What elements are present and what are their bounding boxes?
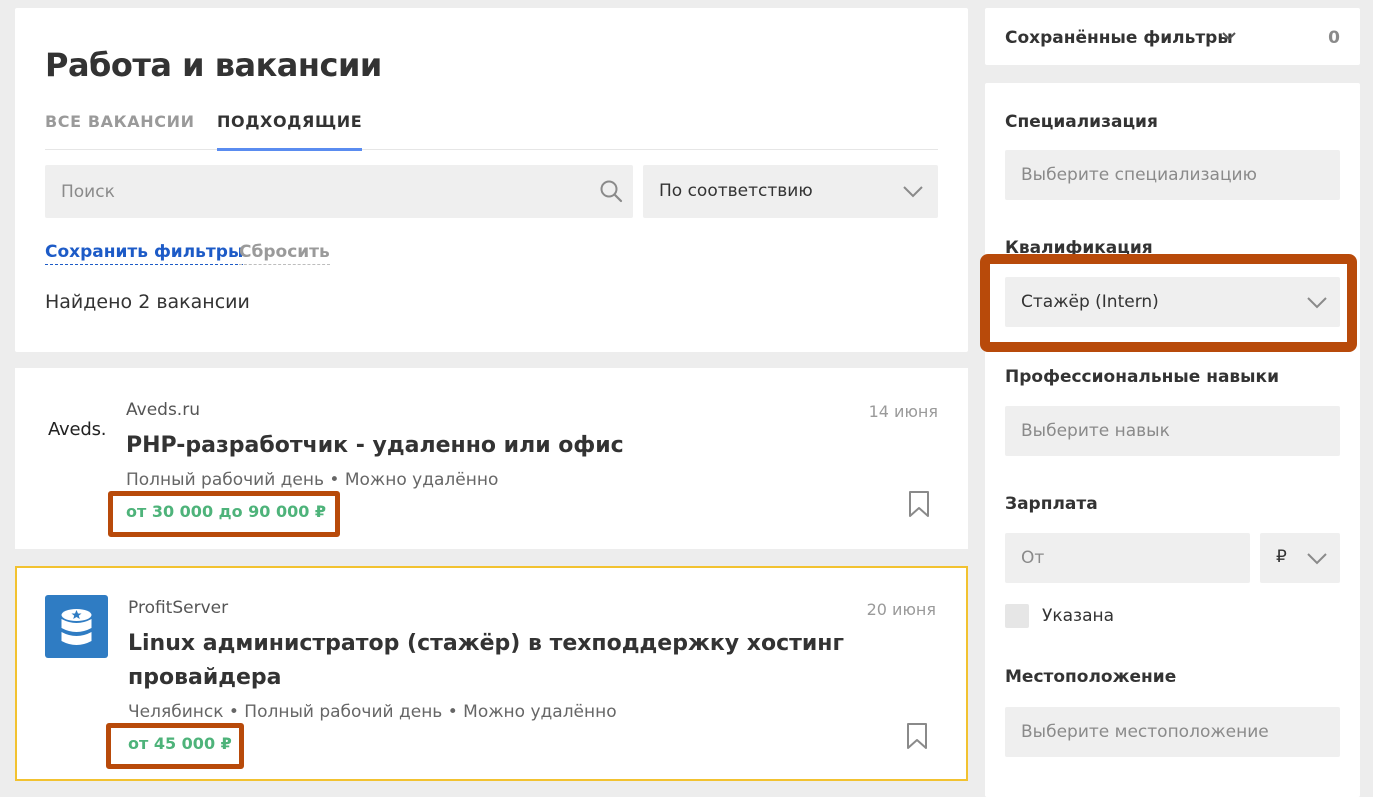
saved-filters-count: 0 — [1328, 28, 1340, 48]
chevron-down-icon — [1307, 553, 1327, 565]
location-label: Местоположение — [1005, 667, 1177, 687]
vacancy-meta: Полный рабочий день • Можно удалённо — [126, 470, 499, 490]
saved-filters-label: Сохранённые фильтры — [1005, 28, 1233, 48]
currency-select[interactable]: ₽ — [1260, 533, 1340, 583]
vacancy-card[interactable]: Aveds. Aveds.ru 14 июня PHP-разработчик … — [15, 368, 968, 549]
tab-all-vacancies[interactable]: ВСЕ ВАКАНСИИ — [45, 112, 195, 150]
salary-specified-label[interactable]: Указана — [1042, 606, 1114, 626]
sort-select-value: По соответствию — [659, 181, 813, 201]
vacancies-header-panel: Работа и вакансии ВСЕ ВАКАНСИИ ПОДХОДЯЩИ… — [15, 8, 968, 352]
filters-panel: Специализация Выберите специализацию Ква… — [980, 83, 1360, 797]
company-name[interactable]: ProfitServer — [128, 598, 228, 618]
salary-label: Зарплата — [1005, 494, 1098, 514]
vacancy-date: 20 июня — [866, 600, 936, 619]
page-title: Работа и вакансии — [45, 46, 382, 84]
location-placeholder: Выберите местоположение — [1021, 722, 1269, 742]
save-filters-link[interactable]: Сохранить фильтры — [45, 242, 244, 265]
filter-actions: Сохранить фильтры Сбросить — [45, 242, 330, 265]
salary-from-placeholder: От — [1021, 548, 1045, 568]
vacancy-title[interactable]: PHP-разработчик - удаленно или офис — [126, 429, 856, 463]
currency-value: ₽ — [1276, 547, 1287, 567]
vacancy-meta: Челябинск • Полный рабочий день • Можно … — [128, 702, 617, 722]
skills-select[interactable]: Выберите навык — [1005, 406, 1340, 456]
salary-highlight-box — [108, 491, 340, 537]
skills-label: Профессиональные навыки — [1005, 367, 1280, 387]
saved-filters-dropdown[interactable]: Сохранённые фильтры 0 — [985, 8, 1360, 65]
reset-filters-link[interactable]: Сбросить — [239, 242, 330, 265]
salary-from-input[interactable]: От — [1005, 533, 1250, 583]
chevron-down-icon — [1307, 297, 1327, 309]
database-icon — [61, 609, 92, 645]
salary-specified-checkbox[interactable] — [1005, 604, 1029, 628]
location-select[interactable]: Выберите местоположение — [1005, 707, 1340, 757]
vacancy-title[interactable]: Linux администратор (стажёр) в техподдер… — [128, 627, 858, 695]
qualification-select[interactable]: Стажёр (Intern) — [1005, 277, 1340, 327]
bookmark-icon[interactable] — [906, 722, 928, 750]
search-field — [45, 165, 633, 218]
chevron-down-icon — [903, 186, 923, 198]
specialization-label: Специализация — [1005, 112, 1158, 132]
vacancy-card[interactable]: ProfitServer 20 июня Linux администратор… — [15, 566, 968, 781]
search-input[interactable] — [45, 165, 633, 218]
company-name[interactable]: Aveds.ru — [126, 400, 200, 420]
skills-placeholder: Выберите навык — [1021, 421, 1170, 441]
company-logo[interactable]: Aveds. — [48, 419, 107, 440]
specialization-placeholder: Выберите специализацию — [1021, 165, 1257, 185]
qualification-value: Стажёр (Intern) — [1021, 292, 1159, 312]
company-logo[interactable] — [45, 595, 108, 658]
tab-suitable[interactable]: ПОДХОДЯЩИЕ — [217, 112, 363, 151]
vacancy-date: 14 июня — [868, 402, 938, 421]
chevron-down-icon — [1222, 32, 1236, 41]
found-count: Найдено 2 вакансии — [45, 291, 250, 313]
salary-highlight-box — [106, 723, 244, 769]
search-icon[interactable] — [599, 179, 623, 203]
tabs-bar: ВСЕ ВАКАНСИИ ПОДХОДЯЩИЕ — [45, 112, 938, 151]
sort-select[interactable]: По соответствию — [643, 165, 938, 218]
bookmark-icon[interactable] — [908, 490, 930, 518]
specialization-select[interactable]: Выберите специализацию — [1005, 150, 1340, 200]
